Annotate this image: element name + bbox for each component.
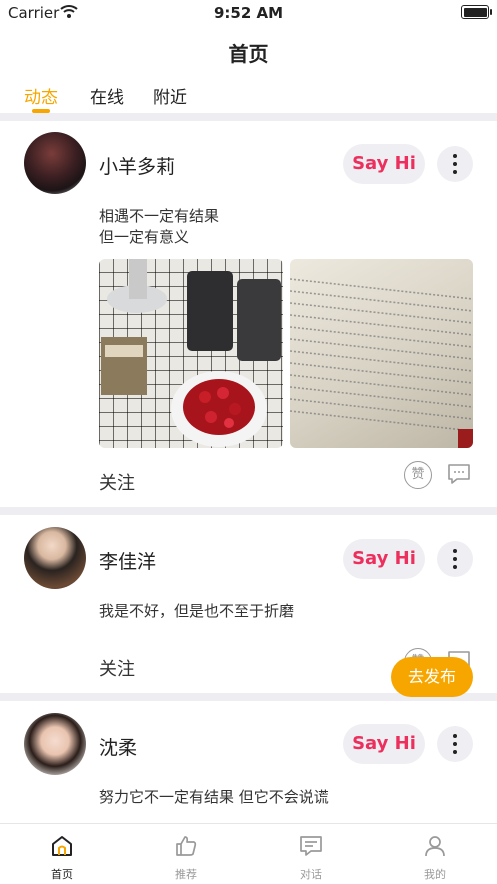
status-bar: Carrier 9:52 AM bbox=[0, 0, 497, 26]
desk-with-strawberries-photo bbox=[101, 259, 281, 447]
user-name[interactable]: 沈柔 bbox=[99, 733, 137, 760]
feed-tabs: 动态 在线 附近 bbox=[0, 83, 497, 113]
post-text: 我是不好，但是也不至于折磨 bbox=[99, 601, 294, 622]
post-text: 相遇不一定有结果 但一定有意义 bbox=[99, 206, 219, 248]
dot bbox=[453, 549, 457, 553]
post-photo-book[interactable] bbox=[290, 259, 473, 448]
user-name[interactable]: 李佳洋 bbox=[99, 547, 156, 574]
comment-icon[interactable] bbox=[447, 462, 471, 486]
bottom-tab-bar: 首页 推荐 对话 我的 bbox=[0, 823, 497, 884]
say-hi-button[interactable]: Say Hi bbox=[343, 144, 425, 184]
post-photo-desk[interactable] bbox=[99, 259, 283, 448]
dot bbox=[453, 557, 457, 561]
avatar[interactable] bbox=[24, 527, 86, 589]
tabbar-mine-label: 我的 bbox=[424, 868, 446, 881]
dot bbox=[453, 154, 457, 158]
tabbar-chat[interactable]: 对话 bbox=[261, 824, 361, 884]
tab-moments-label: 动态 bbox=[24, 88, 58, 108]
like-icon[interactable]: 赞 bbox=[404, 461, 432, 489]
post-text-line: 但一定有意义 bbox=[99, 228, 190, 246]
dot bbox=[453, 750, 457, 754]
dot bbox=[453, 742, 457, 746]
say-hi-button[interactable]: Say Hi bbox=[343, 724, 425, 764]
post-text-line: 相遇不一定有结果 bbox=[99, 207, 220, 225]
open-book-pages-photo bbox=[290, 278, 473, 448]
tabbar-home-label: 首页 bbox=[51, 868, 73, 881]
dot bbox=[453, 734, 457, 738]
follow-button[interactable]: 关注 bbox=[99, 655, 135, 681]
separator bbox=[0, 113, 497, 121]
more-options-button[interactable] bbox=[437, 541, 473, 577]
separator bbox=[0, 507, 497, 515]
tabbar-recommend[interactable]: 推荐 bbox=[136, 824, 236, 884]
dot bbox=[453, 565, 457, 569]
say-hi-button[interactable]: Say Hi bbox=[343, 539, 425, 579]
status-time: 9:52 AM bbox=[213, 4, 284, 22]
tabbar-home[interactable]: 首页 bbox=[12, 824, 112, 884]
post-text: 努力它不一定有结果 但它不会说谎 bbox=[99, 787, 329, 808]
user-name[interactable]: 小羊多莉 bbox=[99, 152, 175, 179]
more-options-button[interactable] bbox=[437, 146, 473, 182]
avatar[interactable] bbox=[24, 132, 86, 194]
follow-button[interactable]: 关注 bbox=[99, 469, 135, 495]
page-title: 首页 bbox=[228, 42, 269, 66]
chat-icon bbox=[300, 836, 322, 856]
home-icon bbox=[52, 836, 72, 856]
dot bbox=[453, 170, 457, 174]
person-icon bbox=[425, 836, 445, 857]
post-text-line: 我是不好，但是也不至于折磨 bbox=[99, 602, 295, 620]
dot bbox=[453, 162, 457, 166]
thumbs-up-icon bbox=[176, 836, 197, 856]
tab-moments[interactable]: 动态 bbox=[24, 83, 58, 113]
tabbar-mine[interactable]: 我的 bbox=[385, 824, 485, 884]
publish-button[interactable]: 去发布 bbox=[391, 657, 473, 697]
tab-nearby[interactable]: 附近 bbox=[153, 83, 187, 108]
tabbar-chat-label: 对话 bbox=[300, 868, 322, 881]
avatar[interactable] bbox=[24, 713, 86, 775]
tab-online-label: 在线 bbox=[90, 88, 124, 108]
more-options-button[interactable] bbox=[437, 726, 473, 762]
battery-icon bbox=[461, 5, 492, 19]
tab-online[interactable]: 在线 bbox=[90, 83, 124, 108]
tabbar-recommend-label: 推荐 bbox=[175, 868, 197, 881]
post-text-line: 努力它不一定有结果 但它不会说谎 bbox=[99, 788, 329, 806]
tab-nearby-label: 附近 bbox=[153, 88, 187, 108]
